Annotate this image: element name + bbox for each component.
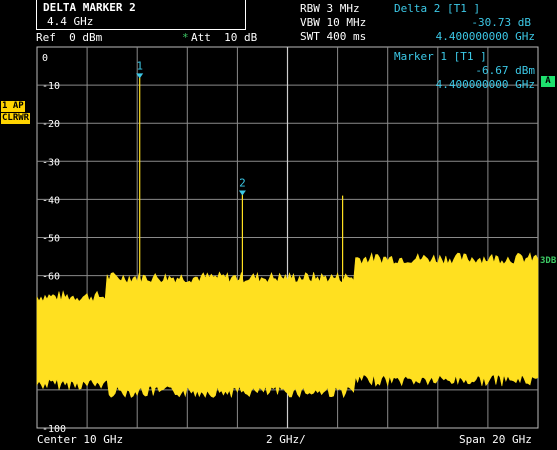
y-tick-label: -50 xyxy=(42,234,60,245)
y-tick-label: -10 xyxy=(42,81,60,92)
marker-1-label: 1 xyxy=(136,59,143,72)
freq-per-div: 2 GHz/ xyxy=(266,433,306,446)
spectrum-plot: 12 0-10-20-30-40-50-60-100 xyxy=(36,46,539,435)
markers: 12 xyxy=(136,59,246,196)
marker-2-label: 2 xyxy=(239,176,246,189)
db-tag: 3DB xyxy=(540,256,557,266)
marker-2-symbol xyxy=(238,190,246,196)
center-freq: Center 10 GHz xyxy=(37,433,124,446)
y-tick-label: -30 xyxy=(42,157,60,168)
detector-tag: CLRWR xyxy=(1,113,31,124)
y-tick-label: -20 xyxy=(42,119,60,130)
span: Span 20 GHz xyxy=(459,433,532,446)
y-tick-label: 0 xyxy=(42,53,48,64)
marker-a-tag: A xyxy=(541,76,555,87)
y-tick-label: -60 xyxy=(42,272,60,283)
y-tick-label: -40 xyxy=(42,195,60,206)
marker1-label: Marker 1 [T1 ] xyxy=(394,50,487,63)
trace-mode-tag: 1 AP xyxy=(1,101,25,112)
marker1-freq: 4.400000000 GHz xyxy=(435,78,535,91)
marker1-value: -6.67 dBm xyxy=(475,64,535,77)
